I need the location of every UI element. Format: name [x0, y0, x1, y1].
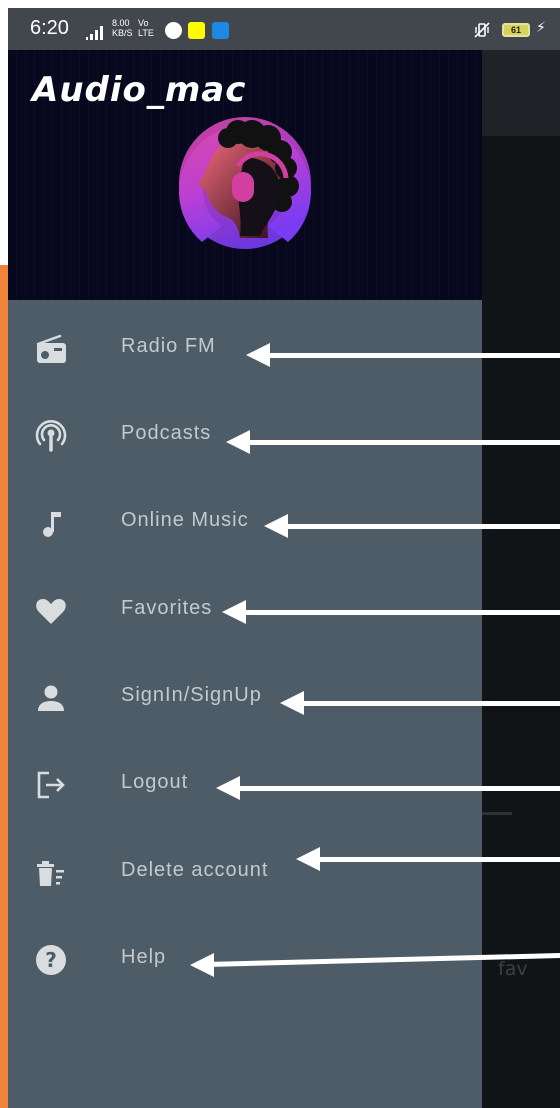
menu-label-help: Help	[121, 946, 167, 968]
music-note-icon	[43, 512, 61, 537]
network-speed-unit: KB/S	[112, 28, 133, 38]
menu-item-logout[interactable]: Logout	[8, 754, 482, 814]
menu-label-logout: Logout	[121, 771, 189, 793]
menu-label-podcasts: Podcasts	[121, 422, 212, 444]
help-icon: ?	[36, 945, 66, 975]
background-divider	[482, 812, 512, 815]
usb-icon	[212, 22, 229, 39]
menu-item-signin-signup[interactable]: SignIn/SignUp	[8, 667, 482, 727]
charging-icon: ⚡	[536, 20, 546, 36]
status-bar: 6:20 8.00 KB/S Vo LTE 61 ⚡	[8, 8, 560, 50]
menu-item-delete-account[interactable]: Delete account	[8, 842, 482, 902]
menu-label-delete-account: Delete account	[121, 859, 269, 881]
signal-icon	[86, 26, 103, 40]
network-speed-value: 8.00	[112, 18, 130, 28]
vibrate-icon	[474, 22, 490, 38]
app-title: Audio_mac	[32, 70, 247, 110]
menu-item-podcasts[interactable]: Podcasts	[8, 405, 482, 465]
svg-text:?: ?	[45, 948, 57, 972]
menu-item-radio-fm[interactable]: Radio FM	[8, 318, 482, 378]
menu-label-radio-fm: Radio FM	[121, 335, 216, 357]
radio-icon	[36, 334, 66, 363]
menu-label-online-music: Online Music	[121, 509, 249, 531]
person-icon	[38, 685, 64, 711]
menu-item-favorites[interactable]: Favorites	[8, 580, 482, 640]
network-type: Vo LTE	[138, 18, 154, 38]
notification-app-icon	[165, 22, 182, 39]
logout-icon	[37, 771, 65, 799]
menu-item-online-music[interactable]: Online Music	[8, 492, 482, 552]
menu-label-signin-signup: SignIn/SignUp	[121, 684, 262, 706]
background-edge-strip	[0, 265, 8, 1108]
app-logo-icon	[179, 117, 311, 249]
background-partial-text: fav	[498, 958, 528, 980]
podcast-icon	[35, 420, 67, 452]
navigation-drawer: Audio_mac Radio FM Podcasts Online Music…	[8, 50, 482, 1108]
drawer-header: Audio_mac	[8, 50, 482, 300]
status-time: 6:20	[30, 17, 69, 39]
menu-label-favorites: Favorites	[121, 597, 213, 619]
heart-icon	[36, 599, 66, 624]
menu-item-help[interactable]: ? Help	[8, 929, 482, 989]
battery-icon: 61	[502, 23, 530, 37]
background-app-bar	[482, 50, 560, 136]
screen: 6:20 8.00 KB/S Vo LTE 61 ⚡ fav Audio_mac	[8, 8, 560, 1108]
snapchat-icon	[188, 22, 205, 39]
delete-account-icon	[37, 861, 64, 886]
